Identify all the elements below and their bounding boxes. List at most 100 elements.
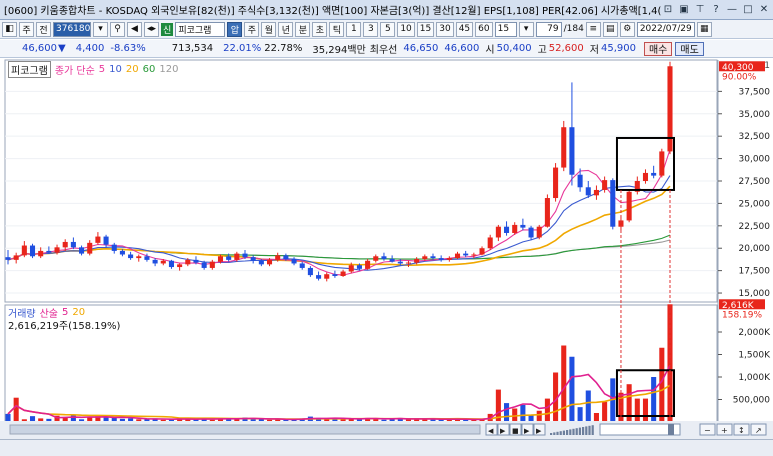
best-ask: 46,650 (403, 43, 439, 54)
candle-body (626, 191, 632, 221)
period-button-second[interactable]: 초 (312, 21, 328, 37)
minute-button-30[interactable]: 30 (436, 21, 454, 37)
low-price: 45,900 (600, 43, 636, 54)
list-icon[interactable]: ≡ (585, 21, 601, 37)
minute-button-15[interactable]: 15 (416, 21, 435, 37)
candle-body (103, 236, 109, 245)
zoom-level-bar (578, 427, 581, 435)
candle-body (128, 254, 134, 259)
zoom-level-bar (572, 428, 575, 435)
scroll-bar[interactable] (0, 439, 773, 456)
lock-icon[interactable]: ⊡ (661, 3, 675, 17)
tick-input[interactable]: 15 (494, 21, 517, 37)
volume-bar (659, 347, 665, 422)
minute-button-1[interactable]: 1 (346, 21, 362, 37)
candle-body (291, 258, 297, 264)
candle-body (250, 257, 256, 261)
volume-pct-label: 158.19% (722, 310, 762, 320)
total-count: /184 (563, 24, 584, 34)
period-button-year[interactable]: 년 (278, 21, 294, 37)
period-button-tick[interactable]: 틱 (329, 21, 345, 37)
copy-icon[interactable]: ▣ (677, 3, 691, 17)
candle-body (356, 265, 362, 269)
zoom-level-bar (562, 430, 565, 435)
candle-body (422, 256, 428, 259)
candle-body (177, 264, 183, 268)
candle-body (13, 255, 19, 260)
price-tick-label: 27,500 (739, 177, 771, 187)
minute-button-10[interactable]: 10 (397, 21, 415, 37)
volume-bar (585, 390, 591, 422)
period-button-week[interactable]: 주 (244, 21, 260, 37)
help-icon[interactable]: ? (709, 3, 723, 17)
volume-bar (504, 403, 510, 422)
candle-body (234, 253, 240, 260)
minute-button-45[interactable]: 45 (455, 21, 474, 37)
volume-bar (13, 397, 19, 422)
candle-body (602, 180, 608, 190)
candle-body (365, 260, 371, 269)
view-control-icon: − (704, 426, 711, 435)
candle-body (479, 248, 485, 255)
candle-body (136, 256, 142, 259)
speaker-icon[interactable]: ◀ (127, 21, 142, 37)
tick-dropdown-icon[interactable]: ▾ (518, 21, 534, 37)
code-input[interactable]: 376180 (53, 21, 91, 37)
maximize-icon[interactable]: □ (741, 3, 755, 17)
best-label: 최우선 (369, 45, 398, 56)
candle-body (332, 274, 338, 277)
all-toggle[interactable]: 전 (36, 21, 51, 37)
credit-badge: 신 (161, 22, 174, 36)
zoom-level-bar (569, 429, 572, 435)
volume-bar (602, 401, 608, 422)
save-icon[interactable]: ▤ (602, 21, 618, 37)
minute-button-3[interactable]: 3 (363, 21, 379, 37)
candle-body (111, 244, 117, 251)
count-input[interactable]: 79 (535, 21, 562, 37)
price-tick-label: 20,000 (739, 244, 771, 254)
minute-button-60[interactable]: 60 (475, 21, 493, 37)
code-dropdown-icon[interactable]: ▾ (93, 21, 108, 37)
candle-body (316, 275, 322, 279)
candle-body (569, 127, 575, 175)
candle-body (95, 236, 101, 243)
close-icon[interactable]: ✕ (757, 3, 771, 17)
period-button-minute[interactable]: 분 (295, 21, 311, 37)
buy-button[interactable]: 매수 (643, 41, 673, 56)
volume-bar (642, 398, 649, 422)
minimize-icon[interactable]: — (725, 3, 739, 17)
gear-icon[interactable]: ⚙ (619, 21, 635, 37)
quote-bar: 46,600 ▼ 4,400 -8.63% 713,534 22.01% 22.… (0, 40, 773, 58)
volume-bar (5, 413, 11, 422)
candle-body (226, 256, 232, 260)
low-label: 저 (589, 45, 599, 56)
dropdown-menu-icon[interactable]: ◧ (2, 21, 17, 37)
candle-body (283, 255, 289, 259)
candle-body (38, 250, 44, 257)
calendar-icon[interactable]: ▦ (696, 21, 712, 37)
legend-stock-box[interactable]: 피코그램 (8, 61, 51, 78)
sell-button[interactable]: 매도 (675, 41, 704, 56)
date-input[interactable]: 2022/07/29 (636, 21, 695, 37)
volume-tick-label: 1,000K (738, 373, 771, 383)
scroll-thumb (9, 424, 481, 435)
period-button-month[interactable]: 월 (261, 21, 277, 37)
search-icon[interactable]: ⚲ (110, 21, 125, 37)
lock-toggle[interactable]: 압 (227, 21, 243, 37)
candle-body (405, 262, 412, 264)
current-volume-label: 2,616K (722, 301, 755, 311)
best-bid: 46,600 (444, 43, 480, 54)
period-select[interactable]: 주 (19, 21, 34, 37)
view-control-icon: + (721, 426, 728, 435)
prev-next-icon[interactable]: ◂▸ (144, 21, 160, 37)
volume-bar (536, 410, 542, 422)
pin-icon[interactable]: ⊤ (693, 3, 707, 17)
candle-body (610, 180, 616, 227)
scroll-control-icon: ◀ (488, 427, 494, 435)
view-control-icon: ↗ (755, 426, 762, 435)
stock-name-field[interactable]: 피코그램 (175, 21, 226, 37)
stock-chart[interactable]: 37,500 35,000 32,500 30,000 27,500 25,000 22,5… (0, 58, 773, 439)
minute-button-5[interactable]: 5 (380, 21, 396, 37)
volume-bar (544, 398, 550, 422)
legend-ma5: 5 (98, 64, 106, 75)
